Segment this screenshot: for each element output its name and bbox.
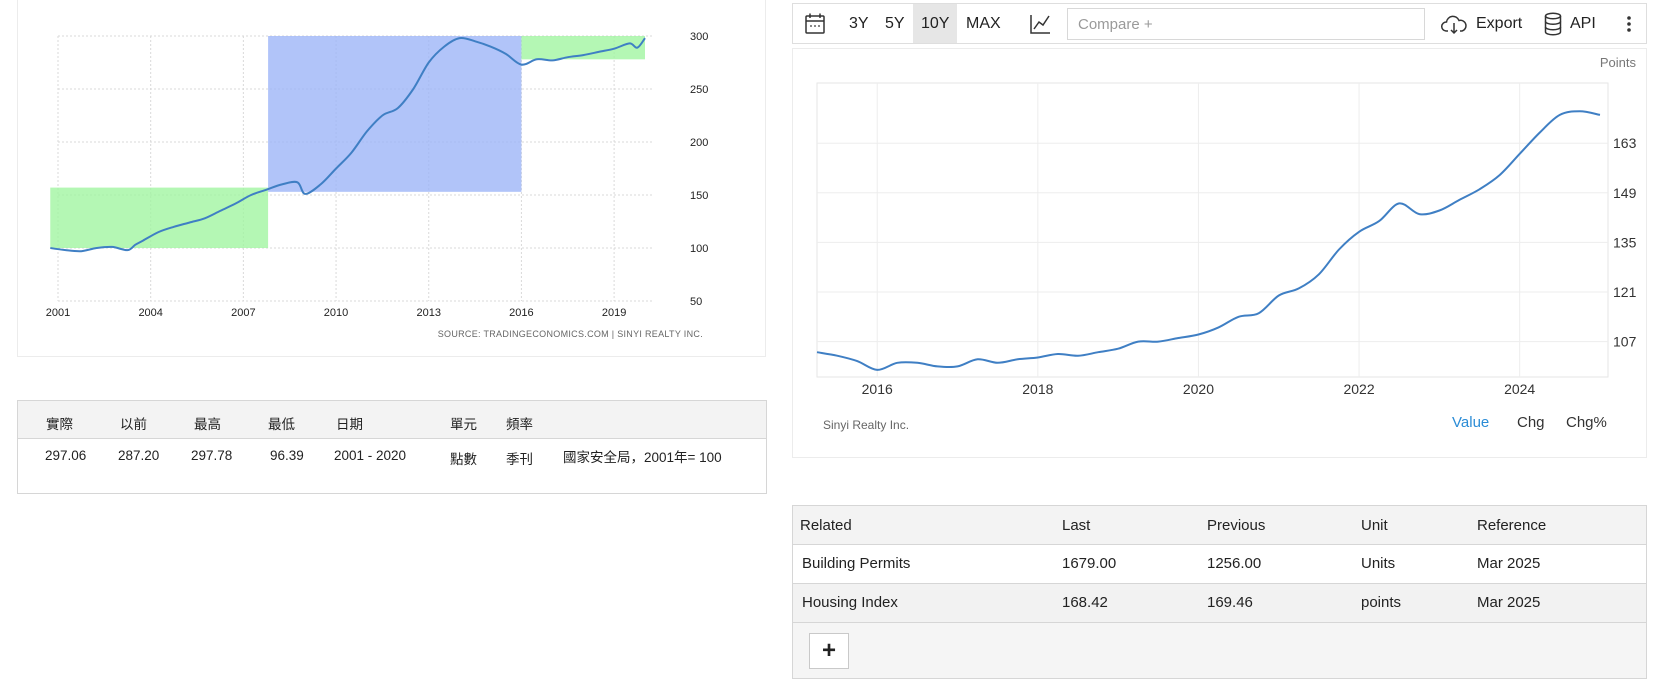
right-chart-svg: 163 149 135 121 107 2016 2018 2020 2022 2024 Poi… [816,55,1637,432]
related-header-last: Last [1062,517,1091,534]
right-series-line [816,110,1601,371]
range-10y-button[interactable]: 10Y [913,4,958,43]
y-tick-label: 135 [1613,234,1637,250]
y-tick-label: 300 [690,31,708,43]
tab-value[interactable]: Value [1452,414,1489,431]
related-unit: points [1361,594,1402,611]
stats-header-frequency: 頻率 [506,417,533,432]
related-header-related: Related [800,517,852,534]
related-name[interactable]: Building Permits [802,555,910,572]
x-tick-label: 2016 [509,307,533,319]
y-tick-label: 50 [690,296,702,308]
left-chart-panel: 300 250 200 150 100 50 2001 2004 2007 2010 2013 20… [17,0,766,357]
stats-description: 國家安全局，2001年= 100 [563,450,722,465]
highlight-region-blue [268,36,522,192]
chart-source: SOURCE: TRADINGECONOMICS.COM | SINYI REA… [438,329,703,339]
stats-frequency: 季刊 [506,452,533,467]
related-unit: Units [1361,555,1396,572]
y-tick-label: 150 [690,190,708,202]
chart-source: Sinyi Realty Inc. [823,418,909,432]
stats-unit: 點數 [450,452,477,467]
compare-input[interactable] [1067,8,1425,40]
database-icon[interactable] [1543,4,1563,43]
line-chart-icon[interactable] [1029,4,1051,43]
related-last: 1679.00 [1062,555,1117,572]
x-tick-label: 2020 [1183,381,1214,397]
related-name[interactable]: Housing Index [802,594,898,611]
x-tick-label: 2018 [1022,381,1053,397]
stats-table: 實際 以前 最高 最低 日期 單元 頻率 297.06 287.20 297.7… [17,400,767,494]
related-header-reference: Reference [1477,517,1547,534]
y-tick-label: 149 [1613,185,1637,201]
stats-highest: 297.78 [191,448,233,463]
table-row[interactable]: Building Permits 1679.00 1256.00 Units M… [793,545,1646,584]
related-header-previous: Previous [1207,517,1266,534]
y-tick-label: 250 [690,84,708,96]
y-tick-label: 200 [690,137,708,149]
unit-label: Points [1600,55,1637,70]
stats-actual: 297.06 [45,448,87,463]
related-previous: 169.46 [1207,594,1253,611]
y-tick-label: 100 [690,243,708,255]
chart-toolbar: 3Y 5Y 10Y MAX Export API [792,3,1647,44]
related-header-unit: Unit [1361,517,1388,534]
related-header-row: Related Last Previous Unit Reference [793,506,1646,545]
left-chart-svg: 300 250 200 150 100 50 2001 2004 2007 2010 2013 20… [46,31,709,339]
right-chart-panel: 163 149 135 121 107 2016 2018 2020 2022 2024 Poi… [792,48,1647,458]
related-last: 168.42 [1062,594,1108,611]
calendar-icon[interactable] [805,4,827,43]
stats-header-lowest: 最低 [268,417,295,432]
stats-lowest: 96.39 [270,448,304,463]
x-tick-label: 2004 [138,307,162,319]
stats-date-range: 2001 - 2020 [334,448,407,463]
highlight-region-green [50,187,269,248]
y-tick-label: 121 [1613,284,1637,300]
x-tick-label: 2001 [46,307,70,319]
stats-header-actual: 實際 [46,417,73,432]
stats-header-row: 實際 以前 最高 最低 日期 單元 頻率 [18,401,766,439]
related-table: Related Last Previous Unit Reference Bui… [792,505,1647,679]
tab-chg-pct[interactable]: Chg% [1566,414,1607,431]
stats-header-date: 日期 [336,417,363,432]
tab-chg[interactable]: Chg [1517,414,1545,431]
range-3y-button[interactable]: 3Y [849,4,869,43]
x-tick-label: 2024 [1504,381,1535,397]
stats-header-unit: 單元 [450,417,477,432]
stats-header-highest: 最高 [194,417,221,432]
x-tick-label: 2022 [1343,381,1374,397]
x-tick-label: 2019 [602,307,626,319]
x-tick-label: 2013 [416,307,440,319]
y-tick-label: 107 [1613,334,1637,350]
table-row[interactable]: Housing Index 168.42 169.46 points Mar 2… [793,584,1646,623]
range-5y-button[interactable]: 5Y [885,4,905,43]
cloud-download-icon[interactable] [1441,4,1467,43]
api-button[interactable]: API [1570,4,1596,43]
x-tick-label: 2016 [862,381,893,397]
stats-header-previous: 以前 [120,417,147,432]
export-button[interactable]: Export [1476,4,1522,43]
related-reference: Mar 2025 [1477,555,1541,572]
x-tick-label: 2007 [231,307,255,319]
range-max-button[interactable]: MAX [966,4,1001,43]
related-footer: + [793,623,1646,678]
add-related-button[interactable]: + [809,633,849,669]
x-tick-label: 2010 [324,307,348,319]
y-tick-label: 163 [1613,135,1637,151]
related-previous: 1256.00 [1207,555,1262,572]
related-reference: Mar 2025 [1477,594,1541,611]
more-vertical-icon[interactable] [1624,4,1634,43]
stats-previous: 287.20 [118,448,160,463]
